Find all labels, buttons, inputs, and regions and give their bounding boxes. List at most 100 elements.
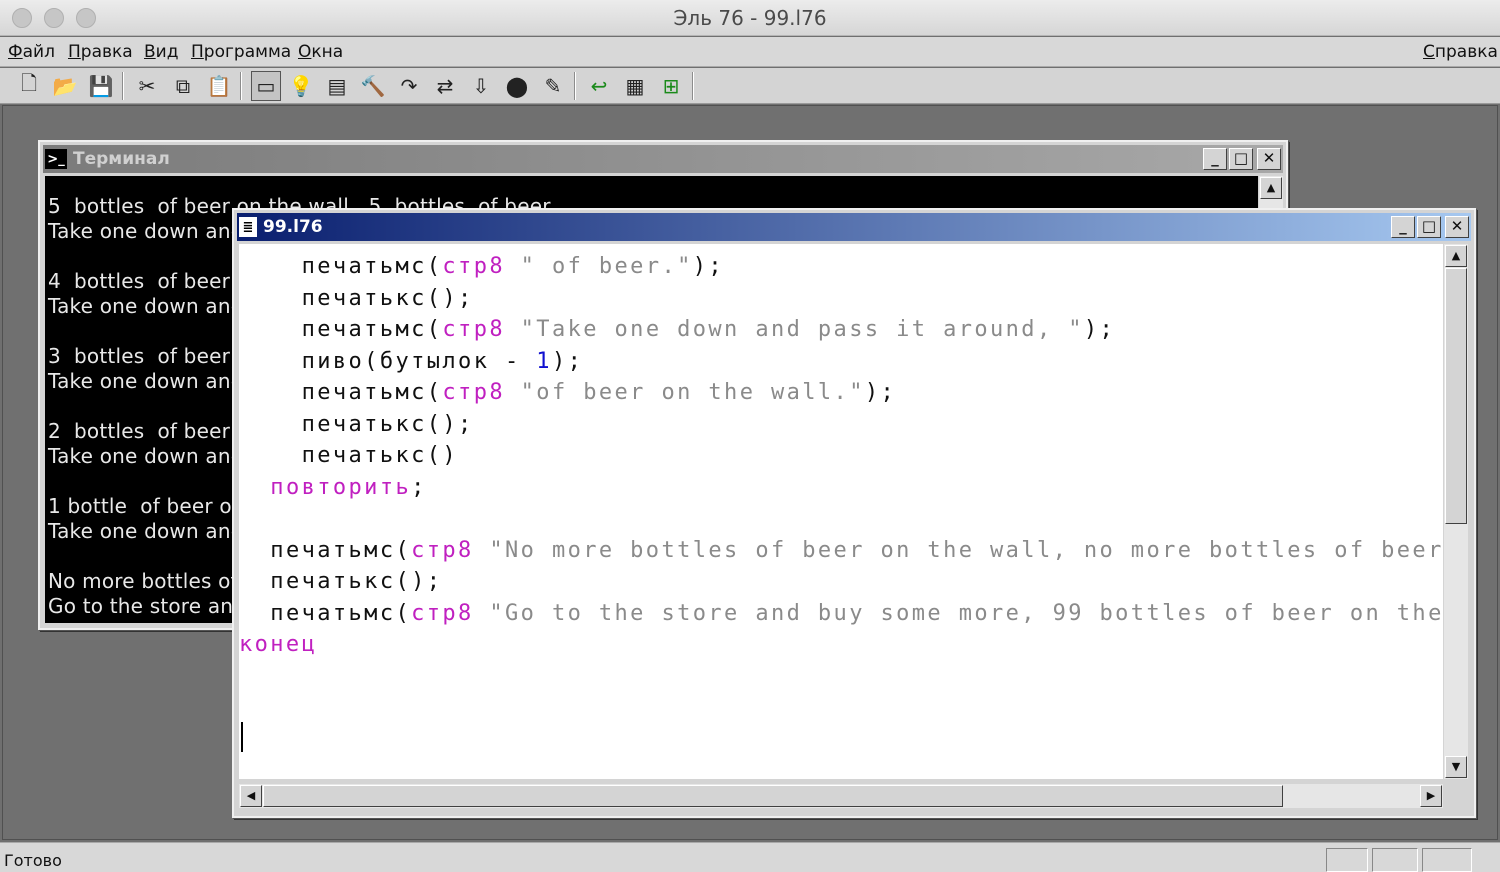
code-token: стр8 xyxy=(442,380,505,405)
code-line: конец xyxy=(239,630,317,660)
close-icon[interactable]: ✕ xyxy=(1445,216,1469,238)
terminal-icon[interactable]: ▭ xyxy=(251,71,281,101)
code-token: печатькс(); xyxy=(301,285,474,311)
tree-icon[interactable]: ⊞ xyxy=(656,71,686,101)
cut-icon[interactable]: ✂ xyxy=(132,71,162,101)
code-token: "No more bottles of beer on the wall, no… xyxy=(489,537,1443,563)
code-token: 1 xyxy=(536,348,552,374)
open-folder-icon[interactable]: 📂 xyxy=(50,71,80,101)
minimize-icon[interactable]: _ xyxy=(1391,216,1415,238)
pencil-icon[interactable]: ✎ xyxy=(538,71,568,101)
scroll-left-icon[interactable]: ◀ xyxy=(240,785,262,807)
code-token: стр8 xyxy=(442,317,505,342)
new-file-icon[interactable]: 🗋 xyxy=(14,71,44,101)
table-icon[interactable]: ▦ xyxy=(620,71,650,101)
editor-title: 99.l76 xyxy=(263,217,323,237)
step-into-icon[interactable]: ⇩ xyxy=(466,71,496,101)
toolbar-separator xyxy=(574,72,576,100)
code-line: печатькс(); xyxy=(239,284,474,314)
terminal-title: Терминал xyxy=(73,149,170,169)
paste-icon[interactable]: 📋 xyxy=(204,71,234,101)
editor-vertical-scrollbar[interactable]: ▲ ▼ xyxy=(1444,244,1468,779)
code-token: ); xyxy=(1083,317,1116,342)
scroll-up-icon[interactable]: ▲ xyxy=(1260,177,1282,199)
window-titlebar: Эль 76 - 99.l76 xyxy=(0,0,1500,36)
editor-horizontal-scrollbar[interactable]: ◀ ▶ xyxy=(239,784,1443,808)
code-token: стр8 xyxy=(411,537,474,563)
terminal-window-icon: >_ xyxy=(45,149,67,169)
step-icon[interactable]: ↷ xyxy=(394,71,424,101)
code-line: печатькс(); xyxy=(239,410,474,440)
code-token: печатьмс( xyxy=(301,317,443,342)
code-token: печатьмс( xyxy=(270,537,412,563)
menu-view[interactable]: Вид xyxy=(144,42,178,62)
code-token: стр8 xyxy=(411,600,474,626)
code-token: повторить xyxy=(270,474,412,500)
editor-titlebar[interactable]: ≣ 99.l76 _ □ ✕ xyxy=(237,213,1471,241)
maximize-icon[interactable]: □ xyxy=(1417,216,1441,238)
terminal-titlebar[interactable]: >_ Терминал _ □ ✕ xyxy=(43,145,1283,173)
code-token: "Take one down and pass it around, " xyxy=(520,317,1084,342)
stop-icon[interactable]: ⬤ xyxy=(502,71,532,101)
toolbar: 🗋 📂 💾 ✂ ⧉ 📋 ▭ 💡 ▤ 🔨 ↷ ⇄ ⇩ ⬤ ✎ ↩ ▦ ⊞ xyxy=(0,68,1500,104)
status-bar: Готово xyxy=(0,842,1500,872)
scroll-up-icon[interactable]: ▲ xyxy=(1445,245,1467,267)
save-icon[interactable]: 💾 xyxy=(86,71,116,101)
step-over-icon[interactable]: ⇄ xyxy=(430,71,460,101)
toolbar-separator xyxy=(692,72,694,100)
editor-window[interactable]: ≣ 99.l76 _ □ ✕ печатьмс(стр8 " of beer."… xyxy=(232,208,1476,818)
close-icon[interactable]: ✕ xyxy=(1257,148,1281,170)
bulb-icon[interactable]: 💡 xyxy=(286,71,316,101)
hscroll-thumb[interactable] xyxy=(263,785,1283,807)
code-token: печатькс() xyxy=(301,443,459,468)
code-token: ); xyxy=(864,380,897,405)
code-token: "Go to the store and buy some more, 99 b… xyxy=(489,600,1443,626)
code-token: " of beer." xyxy=(520,254,693,279)
menu-windows[interactable]: Окна xyxy=(298,42,343,62)
menu-program[interactable]: Программа xyxy=(191,42,291,62)
minimize-icon[interactable]: _ xyxy=(1203,148,1227,170)
code-line: печатьмс(стр8 "of beer on the wall."); xyxy=(239,378,896,408)
document-icon: ≣ xyxy=(239,217,257,237)
code-token: ); xyxy=(692,254,725,279)
code-token: печатькс(); xyxy=(270,569,443,594)
scroll-thumb[interactable] xyxy=(1445,268,1467,524)
scroll-right-icon[interactable]: ▶ xyxy=(1420,785,1442,807)
status-pane xyxy=(1422,848,1472,872)
code-token: ); xyxy=(551,348,584,374)
text-caret xyxy=(241,722,243,752)
menu-file[interactable]: Файл xyxy=(8,42,55,62)
copy-icon[interactable]: ⧉ xyxy=(168,71,198,101)
page-icon[interactable]: ▤ xyxy=(322,71,352,101)
toolbar-separator xyxy=(240,72,242,100)
code-line: печатьмс(стр8 "No more bottles of beer o… xyxy=(239,536,1443,566)
code-line: повторить; xyxy=(239,473,427,503)
code-line: печатькс() xyxy=(239,441,458,471)
scroll-down-icon[interactable]: ▼ xyxy=(1445,756,1467,778)
code-line: печатьмс(стр8 " of beer."); xyxy=(239,252,724,282)
code-token: стр8 xyxy=(442,254,505,279)
menu-help[interactable]: Справка xyxy=(1423,42,1498,62)
code-token: пиво(бутылок - xyxy=(301,348,537,374)
maximize-icon[interactable]: □ xyxy=(1229,148,1253,170)
return-icon[interactable]: ↩ xyxy=(584,71,614,101)
code-token: печатьмс( xyxy=(301,254,443,279)
menu-edit[interactable]: Правка xyxy=(68,42,133,62)
toolbar-separator xyxy=(122,72,124,100)
code-token: печатьмс( xyxy=(301,380,443,405)
code-editor[interactable]: печатьмс(стр8 " of beer."); печатькс(); … xyxy=(239,244,1443,779)
hammer-icon[interactable]: 🔨 xyxy=(358,71,388,101)
